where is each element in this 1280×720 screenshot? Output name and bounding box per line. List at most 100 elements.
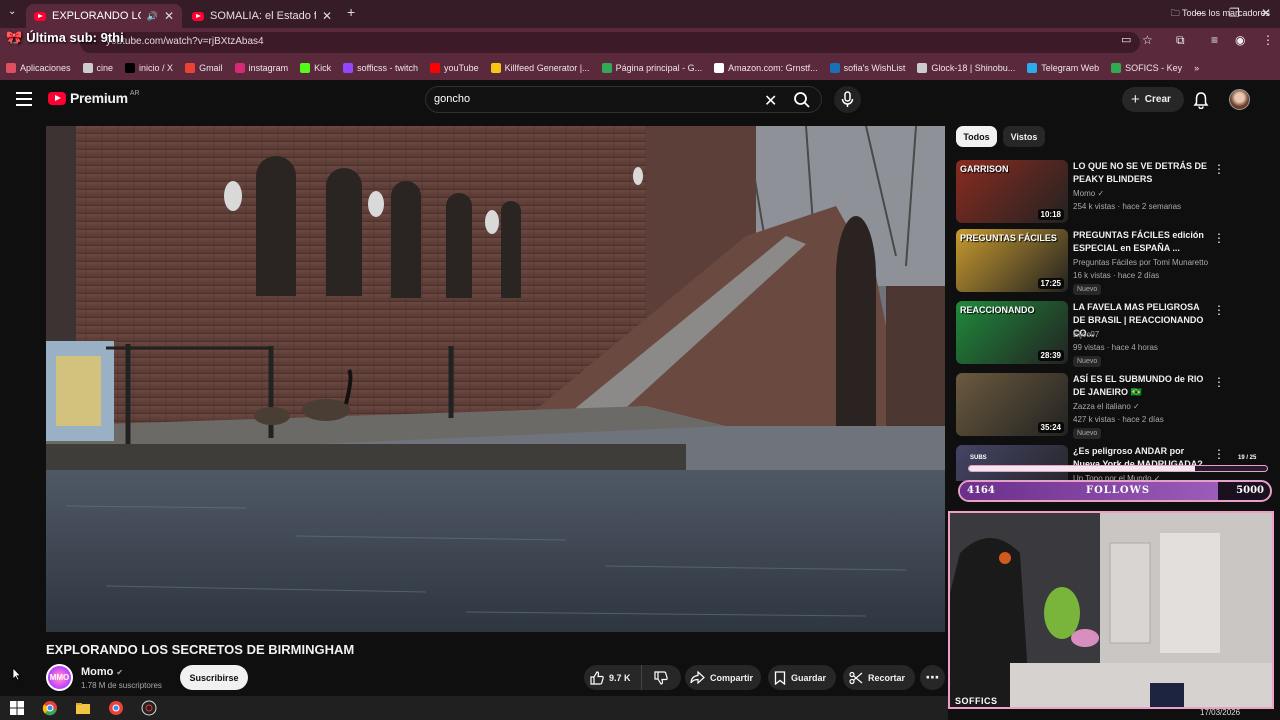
create-button[interactable]: + Crear	[1122, 87, 1184, 112]
recommendation-meta: 427 k vistas · hace 2 días	[1073, 415, 1164, 424]
share-arrow-icon	[690, 671, 705, 684]
chrome-active-icon[interactable]	[108, 700, 124, 716]
youtube-logo[interactable]: Premium AR	[48, 90, 140, 106]
thumbs-up-icon	[590, 670, 604, 685]
clear-search-icon[interactable]: ✕	[764, 91, 777, 111]
more-actions-button[interactable]: ⋯	[920, 665, 945, 690]
more-options-icon[interactable]: ⋮	[1213, 447, 1225, 461]
bookmark-item[interactable]: Glock-18 | Shinobu...	[917, 63, 1015, 73]
bookmark-item[interactable]: sofia's WishList	[829, 63, 905, 73]
all-bookmarks-link[interactable]: 🗀 Todos los marcadores	[1171, 6, 1270, 22]
bookmark-item[interactable]: Gmail	[185, 63, 223, 73]
video-thumbnail[interactable]: 35:24	[956, 373, 1068, 436]
bookmark-item[interactable]: Amazon.com: Grnstf...	[714, 63, 818, 73]
video-thumbnail[interactable]: REACCIONANDO 28:39	[956, 301, 1068, 364]
bookmarks-overflow-icon[interactable]: »	[1194, 63, 1199, 73]
bookmark-item[interactable]: youTube	[429, 63, 479, 73]
search-input[interactable]	[434, 93, 734, 105]
save-button[interactable]: Guardar	[768, 665, 836, 690]
more-options-icon[interactable]: ⋮	[1213, 162, 1225, 176]
chip-all[interactable]: Todos	[956, 126, 997, 147]
like-dislike-group: 9.7 K	[584, 665, 681, 690]
bookmark-item[interactable]: cine	[82, 63, 113, 73]
thumbnail-text: GARRISON	[960, 164, 1009, 174]
webcam-channel-tag: SOFFICS	[955, 696, 998, 706]
tab-search-icon[interactable]: ⌄	[8, 6, 16, 17]
bookmark-star-icon[interactable]: ☆	[1142, 33, 1153, 47]
like-button[interactable]: 9.7 K	[584, 665, 642, 690]
bookmark-item[interactable]: Telegram Web	[1027, 63, 1099, 73]
region-code: AR	[129, 89, 140, 97]
recommendation-item[interactable]: ¿Es peligroso ANDAR por Nueva York de MA…	[956, 445, 1226, 481]
close-tab-icon[interactable]: ✕	[158, 9, 174, 23]
subscriber-count: 1.78 M de suscriptores	[81, 681, 162, 690]
bookmark-item[interactable]: Página principal - G...	[601, 63, 702, 73]
youtube-icon	[192, 11, 204, 21]
chrome-icon[interactable]	[42, 700, 58, 716]
close-tab-icon[interactable]: ✕	[316, 9, 332, 23]
key-icon	[1111, 63, 1122, 73]
video-thumbnail[interactable]: PREGUNTAS FÁCILES 17:25	[956, 229, 1068, 292]
hamburger-menu-icon[interactable]	[16, 92, 32, 106]
media-icon[interactable]: ≡	[1211, 33, 1218, 47]
bookmark-item[interactable]: sofficss - twitch	[343, 63, 418, 73]
channel-name-link[interactable]: Momo ✔	[81, 666, 123, 678]
f-icon	[917, 63, 928, 73]
profile-icon[interactable]: ◉	[1235, 33, 1245, 47]
thumbs-down-icon	[654, 670, 668, 685]
os-taskbar	[0, 696, 948, 720]
clip-button[interactable]: Recortar	[843, 665, 915, 690]
url-field[interactable]: youtube.com/watch?v=rjBXtzAbas4	[80, 32, 1140, 53]
share-button[interactable]: Compartir	[685, 665, 761, 690]
webcam-room-scene	[950, 513, 1272, 707]
cast-icon[interactable]: ▭	[1121, 33, 1131, 46]
speaker-icon[interactable]: 🔊	[147, 11, 158, 22]
more-options-icon[interactable]: ⋮	[1213, 375, 1225, 389]
bookmark-label: Telegram Web	[1041, 63, 1100, 73]
menu-kebab-icon[interactable]: ⋮	[1262, 33, 1274, 47]
file-explorer-icon[interactable]	[75, 700, 91, 716]
more-options-icon[interactable]: ⋮	[1213, 303, 1225, 317]
recommendation-item[interactable]: GARRISON 10:18 LO QUE NO SE VE DETRÁS DE P…	[956, 160, 1226, 226]
obs-icon[interactable]	[141, 700, 157, 716]
bookmark-item[interactable]: Kick	[300, 63, 331, 73]
video-player[interactable]	[46, 126, 945, 632]
like-count: 9.7 K	[609, 672, 631, 683]
search-icon[interactable]	[793, 91, 811, 109]
bookmark-item[interactable]: SOFICS - Key	[1111, 63, 1182, 73]
dislike-button[interactable]	[642, 665, 680, 690]
logo-word: Premium	[70, 90, 128, 106]
clip-label: Recortar	[868, 672, 906, 683]
extensions-icon[interactable]: ⧉	[1176, 33, 1185, 48]
recommendation-item[interactable]: REACCIONANDO 28:39 LA FAVELA MAS PELIGROSA…	[956, 301, 1226, 367]
subscribe-button[interactable]: Suscribirse	[180, 665, 248, 690]
last-sub-text: Última sub: 9thi	[26, 30, 124, 45]
tab-active-video[interactable]: EXPLORANDO LOS SECRETOS 🔊 ✕	[26, 4, 182, 28]
youtube-header: Premium AR ✕ + Crear	[0, 80, 1280, 120]
recommendation-item[interactable]: PREGUNTAS FÁCILES 17:25 PREGUNTAS FÁCILES …	[956, 229, 1226, 295]
channel-avatar[interactable]: MMO	[46, 664, 73, 691]
recommendation-item[interactable]: 35:24 ASÍ ES EL SUBMUNDO de RIO DE JANEIR…	[956, 373, 1226, 439]
account-avatar[interactable]	[1229, 89, 1250, 110]
bookmark-item[interactable]: Aplicaciones	[6, 63, 71, 73]
bookmark-label: SOFICS - Key	[1125, 63, 1183, 73]
windows-start-icon[interactable]	[9, 700, 25, 716]
video-thumbnail[interactable]	[956, 445, 1068, 481]
bookmark-item[interactable]: Killfeed Generator |...	[490, 63, 590, 73]
save-label: Guardar	[791, 672, 827, 683]
video-thumbnail[interactable]: GARRISON 10:18	[956, 160, 1068, 223]
recommendation-title: LO QUE NO SE VE DETRÁS DE PEAKY BLINDERS	[1073, 161, 1208, 184]
chip-watched[interactable]: Vistos	[1003, 126, 1045, 147]
bookmark-item[interactable]: instagram	[234, 63, 288, 73]
new-tab-button[interactable]: +	[347, 4, 355, 20]
duration-badge: 17:25	[1037, 278, 1064, 289]
bookmark-label: inicio / X	[139, 63, 174, 73]
voice-search-button[interactable]	[834, 86, 861, 113]
more-options-icon[interactable]: ⋮	[1213, 231, 1225, 245]
bookmark-item[interactable]: inicio / X	[125, 63, 173, 73]
notifications-bell-icon[interactable]	[1193, 91, 1209, 109]
thumbnail-text: REACCIONANDO	[960, 305, 1035, 315]
tab-title: EXPLORANDO LOS SECRETOS	[52, 10, 141, 22]
bookmark-label: Gmail	[199, 63, 223, 73]
tab-somalia[interactable]: SOMALIA: el Estado fallido más ✕	[184, 4, 340, 28]
